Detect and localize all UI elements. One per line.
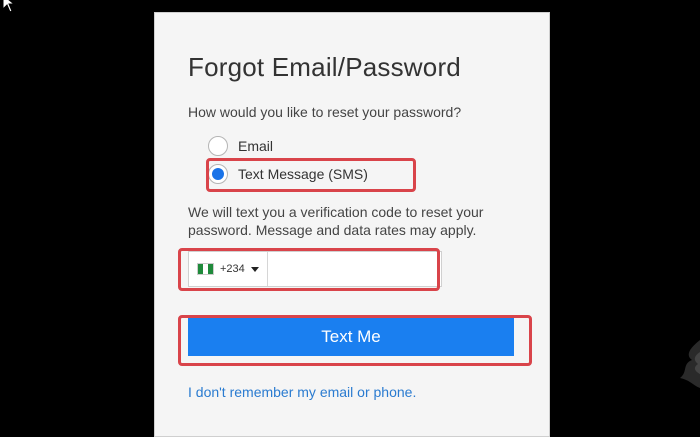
phone-number-input[interactable] [267,252,465,286]
country-code-dropdown[interactable]: +234 [189,252,268,286]
option-email[interactable]: Email [208,136,273,156]
forgot-contact-link[interactable]: I don't remember my email or phone. [188,384,416,400]
reset-method-question: How would you like to reset your passwor… [188,104,462,120]
mouse-cursor-icon [2,0,16,13]
sms-radio[interactable] [208,164,228,184]
caret-down-icon [250,266,259,272]
option-sms[interactable]: Text Message (SMS) [208,164,368,184]
page-title: Forgot Email/Password [188,52,461,82]
nigeria-flag-icon [197,263,214,275]
phone-field: +234 [188,251,465,287]
sms-option-label: Text Message (SMS) [238,166,368,182]
email-option-label: Email [238,138,274,154]
sms-description: We will text you a verification code to … [188,204,484,238]
country-code-label: +234 [220,263,245,275]
text-me-button[interactable]: Text Me [188,318,514,356]
email-radio[interactable] [208,136,228,156]
background-decoration [680,340,700,388]
